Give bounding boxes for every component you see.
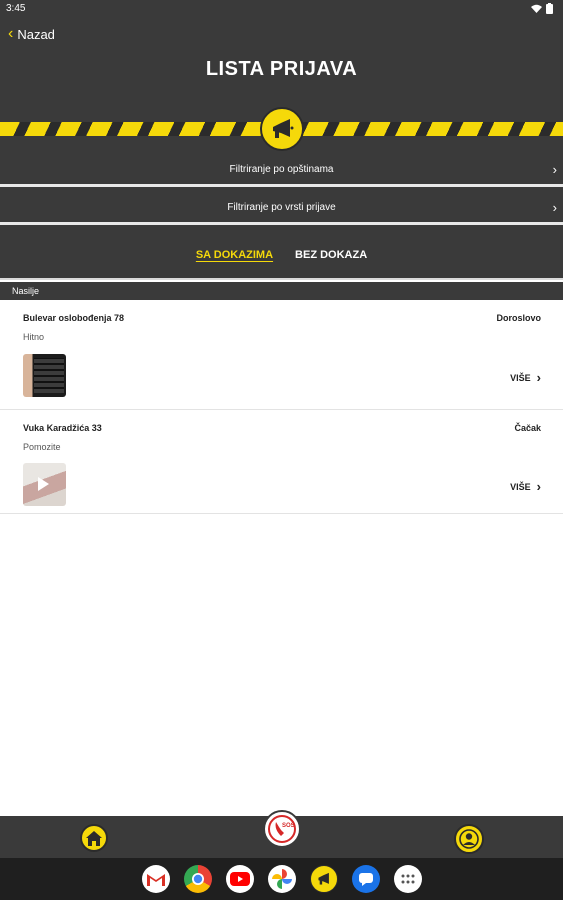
- report-list-item[interactable]: Bulevar oslobođenja 78 Doroslovo Hitno V…: [0, 300, 563, 410]
- report-thumbnail[interactable]: [23, 463, 66, 506]
- more-label: VIŠE: [510, 372, 531, 383]
- filter-label: Filtriranje po opštinama: [229, 164, 334, 175]
- svg-text:SOS: SOS: [282, 823, 295, 829]
- sos-button[interactable]: SOS: [263, 810, 301, 848]
- status-icons: [531, 3, 553, 14]
- user-icon: [459, 829, 479, 849]
- report-description: Hitno: [23, 332, 45, 342]
- status-time: 3:45: [6, 3, 26, 14]
- filter-by-municipality[interactable]: Filtriranje po opštinama ›: [0, 155, 563, 187]
- tab-with-evidence[interactable]: SA DOKAZIMA: [196, 249, 273, 261]
- more-button[interactable]: VIŠE ›: [510, 480, 541, 493]
- chrome-icon[interactable]: [183, 865, 212, 893]
- filter-by-report-type[interactable]: Filtriranje po vrsti prijave ›: [0, 193, 563, 225]
- report-address: Bulevar oslobođenja 78: [23, 313, 125, 323]
- app-drawer-icon[interactable]: [393, 865, 422, 893]
- report-description: Pomozite: [23, 442, 61, 452]
- more-label: VIŠE: [510, 481, 531, 492]
- divider: [0, 278, 563, 280]
- chevron-right-icon: ›: [552, 200, 557, 215]
- report-city: Doroslovo: [496, 313, 541, 323]
- bottom-navigation: SOS: [0, 810, 563, 858]
- profile-button[interactable]: [454, 824, 484, 854]
- battery-icon: [546, 3, 553, 14]
- report-address: Vuka Karadžića 33: [23, 423, 102, 433]
- back-button[interactable]: ‹ Nazad: [8, 26, 55, 42]
- section-header: Nasilje: [0, 282, 563, 300]
- back-label: Nazad: [17, 26, 55, 42]
- report-city: Čačak: [514, 423, 541, 433]
- chevron-left-icon: ‹: [8, 25, 14, 42]
- system-dock: [0, 858, 563, 900]
- page-title: LISTA PRIJAVA: [205, 58, 358, 80]
- home-button[interactable]: [80, 824, 108, 852]
- photos-icon[interactable]: [267, 865, 296, 893]
- report-thumbnail[interactable]: [23, 354, 66, 397]
- chevron-right-icon: ›: [536, 479, 541, 494]
- status-bar: 3:45: [0, 0, 563, 18]
- report-list-item[interactable]: Vuka Karadžića 33 Čačak Pomozite VIŠE ›: [0, 410, 563, 514]
- home-icon: [86, 830, 102, 846]
- gmail-icon[interactable]: [141, 865, 170, 893]
- sos-phone-icon: SOS: [268, 815, 296, 843]
- play-icon: [38, 477, 49, 491]
- megaphone-icon: [273, 119, 294, 138]
- youtube-icon[interactable]: [225, 865, 254, 893]
- chevron-right-icon: ›: [552, 162, 557, 177]
- wifi-icon: [531, 4, 542, 13]
- keyboard-image: [34, 358, 64, 393]
- filter-label: Filtriranje po vrsti prijave: [227, 202, 336, 213]
- megaphone-badge: [260, 107, 304, 151]
- more-button[interactable]: VIŠE ›: [510, 371, 541, 384]
- tab-without-evidence[interactable]: BEZ DOKAZA: [295, 249, 367, 261]
- messages-icon[interactable]: [351, 865, 380, 893]
- chevron-right-icon: ›: [536, 370, 541, 385]
- evidence-tabs: SA DOKAZIMA BEZ DOKAZA: [0, 232, 563, 278]
- app-megaphone-icon[interactable]: [309, 865, 338, 893]
